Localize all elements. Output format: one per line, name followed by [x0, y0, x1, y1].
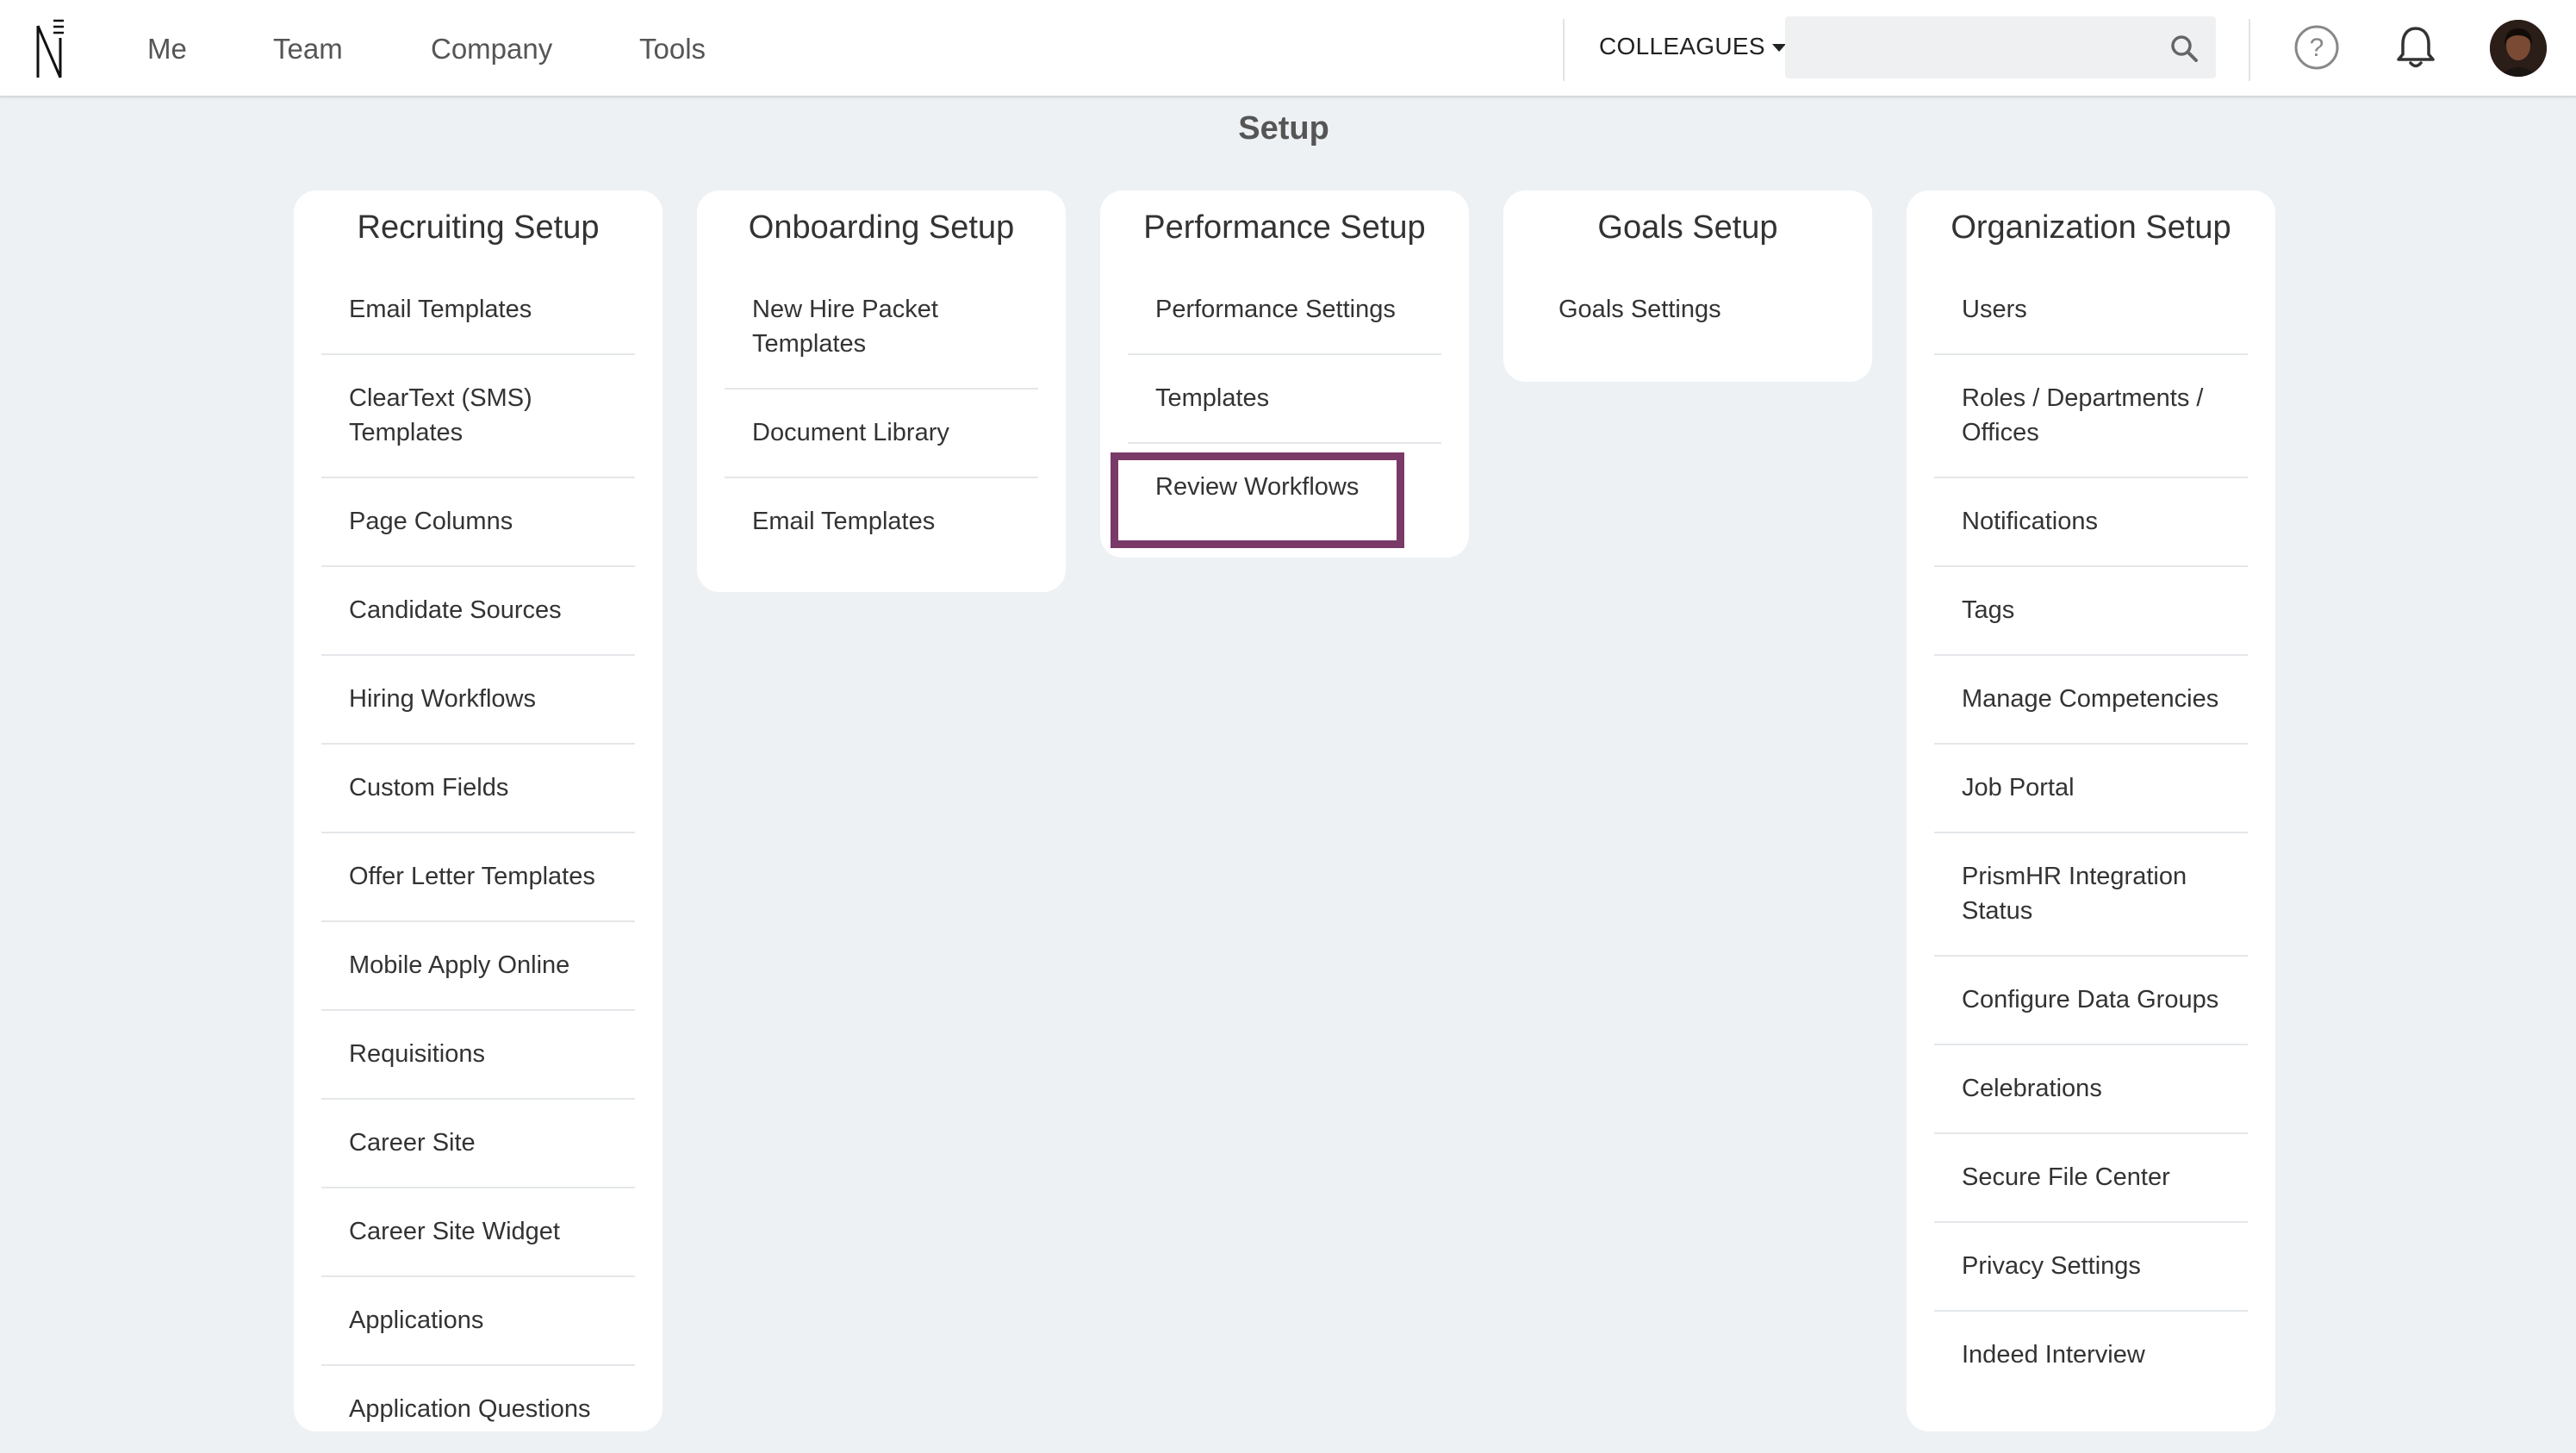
link-requisitions[interactable]: Requisitions	[321, 1011, 635, 1100]
card-title: Onboarding Setup	[748, 209, 1015, 246]
top-nav-bar: Me Team Company Tools COLLEAGUES ?	[0, 0, 2576, 97]
nav-team[interactable]: Team	[273, 33, 343, 65]
colleagues-dropdown[interactable]: COLLEAGUES	[1599, 33, 1786, 60]
avatar-image	[2490, 20, 2547, 77]
logo-icon[interactable]	[34, 19, 65, 79]
card-recruiting-setup: Recruiting Setup Email Templates ClearTe…	[294, 190, 663, 1431]
setup-link-list: Users Roles / Departments / Offices Noti…	[1907, 266, 2275, 1399]
card-title: Goals Setup	[1597, 209, 1778, 246]
link-cleartext-sms-templates[interactable]: ClearText (SMS) Templates	[321, 355, 635, 478]
bell-icon[interactable]	[2390, 22, 2442, 73]
link-email-templates[interactable]: Email Templates	[725, 478, 1038, 565]
nav-company[interactable]: Company	[431, 33, 552, 65]
link-hiring-workflows[interactable]: Hiring Workflows	[321, 656, 635, 745]
link-applications[interactable]: Applications	[321, 1277, 635, 1366]
nav-divider	[2249, 19, 2250, 81]
nav-me[interactable]: Me	[147, 33, 187, 65]
link-tags[interactable]: Tags	[1934, 567, 2248, 656]
link-goals-settings[interactable]: Goals Settings	[1531, 266, 1845, 353]
setup-link-list: Goals Settings	[1503, 266, 1872, 353]
nav-divider	[1563, 19, 1565, 81]
setup-link-list: Email Templates ClearText (SMS) Template…	[294, 266, 663, 1453]
avatar[interactable]	[2490, 20, 2547, 77]
link-page-columns[interactable]: Page Columns	[321, 478, 635, 567]
link-candidate-sources[interactable]: Candidate Sources	[321, 567, 635, 656]
card-title: Recruiting Setup	[357, 209, 600, 246]
link-configure-data-groups[interactable]: Configure Data Groups	[1934, 957, 2248, 1045]
svg-text:?: ?	[2310, 34, 2324, 62]
link-users[interactable]: Users	[1934, 266, 2248, 355]
link-manage-competencies[interactable]: Manage Competencies	[1934, 656, 2248, 745]
search-box	[1785, 16, 2216, 78]
link-celebrations[interactable]: Celebrations	[1934, 1045, 2248, 1134]
link-review-workflows[interactable]: Review Workflows	[1128, 444, 1441, 531]
link-prismhr-integration-status[interactable]: PrismHR Integration Status	[1934, 833, 2248, 957]
link-career-site[interactable]: Career Site	[321, 1100, 635, 1188]
chevron-down-icon	[1771, 44, 1786, 53]
link-mobile-apply-online[interactable]: Mobile Apply Online	[321, 922, 635, 1011]
search-icon[interactable]	[2169, 34, 2199, 63]
page-title: Setup	[1238, 110, 1329, 147]
card-organization-setup: Organization Setup Users Roles / Departm…	[1907, 190, 2275, 1431]
link-notifications[interactable]: Notifications	[1934, 478, 2248, 567]
nav-tools[interactable]: Tools	[639, 33, 706, 65]
colleagues-label: COLLEAGUES	[1599, 33, 1765, 59]
setup-link-list: Performance Settings Templates Review Wo…	[1100, 266, 1469, 531]
link-document-library[interactable]: Document Library	[725, 390, 1038, 478]
link-email-templates[interactable]: Email Templates	[321, 266, 635, 355]
link-indeed-interview[interactable]: Indeed Interview	[1934, 1312, 2248, 1399]
search-input[interactable]	[1785, 16, 2164, 78]
link-secure-file-center[interactable]: Secure File Center	[1934, 1134, 2248, 1223]
card-title: Performance Setup	[1143, 209, 1426, 246]
link-performance-settings[interactable]: Performance Settings	[1128, 266, 1441, 355]
link-privacy-settings[interactable]: Privacy Settings	[1934, 1223, 2248, 1312]
card-title: Organization Setup	[1951, 209, 2231, 246]
link-career-site-widget[interactable]: Career Site Widget	[321, 1188, 635, 1277]
link-roles-departments-offices[interactable]: Roles / Departments / Offices	[1934, 355, 2248, 478]
card-performance-setup: Performance Setup Performance Settings T…	[1100, 190, 1469, 558]
card-onboarding-setup: Onboarding Setup New Hire Packet Templat…	[697, 190, 1066, 592]
card-goals-setup: Goals Setup Goals Settings	[1503, 190, 1872, 382]
link-templates[interactable]: Templates	[1128, 355, 1441, 444]
link-new-hire-packet-templates[interactable]: New Hire Packet Templates	[725, 266, 1038, 390]
link-offer-letter-templates[interactable]: Offer Letter Templates	[321, 833, 635, 922]
link-custom-fields[interactable]: Custom Fields	[321, 745, 635, 833]
link-job-portal[interactable]: Job Portal	[1934, 745, 2248, 833]
setup-link-list: New Hire Packet Templates Document Libra…	[697, 266, 1066, 565]
help-icon[interactable]: ?	[2291, 22, 2343, 73]
